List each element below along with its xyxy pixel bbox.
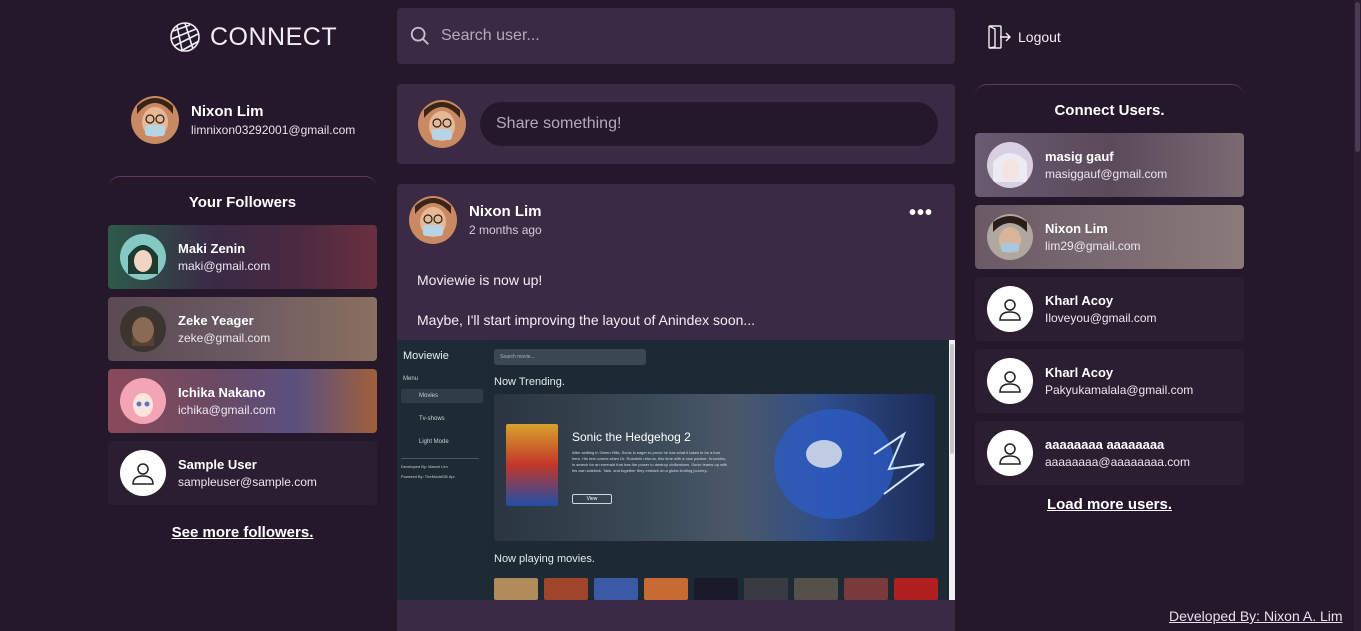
user-card[interactable]: Kharl Acoy Iloveyou@gmail.com: [975, 277, 1244, 341]
post-line: Moviewie is now up!: [417, 272, 543, 288]
follower-card[interactable]: Sample User sampleuser@sample.com: [108, 441, 377, 505]
share-avatar[interactable]: [418, 100, 466, 148]
follower-name: Ichika Nakano: [178, 385, 266, 400]
follower-card[interactable]: Zeke Yeager zeke@gmail.com: [108, 297, 377, 361]
image-footer-line: Powered By: TheMovieDB Api: [401, 474, 455, 479]
current-user[interactable]: Nixon Lim limnixon03292001@gmail.com: [131, 96, 355, 144]
follower-avatar: [120, 378, 166, 424]
user-name: aaaaaaaa aaaaaaaa: [1045, 437, 1165, 452]
user-card[interactable]: aaaaaaaa aaaaaaaa aaaaaaaa@aaaaaaaa.com: [975, 421, 1244, 485]
image-poster: [506, 424, 558, 506]
image-menu-item: Movies: [401, 389, 483, 403]
image-thumb: [794, 578, 838, 600]
user-icon: [120, 450, 166, 496]
user-avatar: [987, 214, 1033, 260]
follower-name: Maki Zenin: [178, 241, 246, 256]
post-line: Maybe, I'll start improving the layout o…: [417, 312, 756, 328]
user-icon: [987, 358, 1033, 404]
user-email: lim29@gmail.com: [1045, 239, 1141, 253]
scrollbar-thumb[interactable]: [1355, 2, 1360, 152]
connect-users-title: Connect Users.: [1054, 102, 1165, 119]
image-thumb: [694, 578, 738, 600]
image-sidebar: Moviewie Menu Movies Tv-shows Light Mode…: [397, 340, 487, 600]
user-name: Kharl Acoy: [1045, 293, 1114, 308]
image-thumb: [594, 578, 638, 600]
page-scrollbar[interactable]: [1354, 0, 1361, 631]
user-email: masiggauf@gmail.com: [1045, 167, 1168, 181]
current-user-name: Nixon Lim: [191, 103, 264, 120]
user-email: aaaaaaaa@aaaaaaaa.com: [1045, 455, 1190, 469]
followers-title: Your Followers: [188, 194, 297, 211]
search-input[interactable]: [441, 27, 921, 45]
image-menu-item: Light Mode: [419, 439, 449, 445]
image-thumb: [844, 578, 888, 600]
search-icon: [410, 26, 429, 45]
user-email: Iloveyou@gmail.com: [1045, 311, 1157, 325]
image-movie-desc: After settling in Green Hills, Sonic is …: [572, 450, 728, 473]
follower-card[interactable]: Ichika Nakano ichika@gmail.com: [108, 369, 377, 433]
follower-email: sampleuser@sample.com: [178, 475, 317, 489]
image-footer-line: Developed By: Marcel Lim: [401, 464, 448, 469]
post-body: Moviewie is now up! Maybe, I'll start im…: [417, 270, 755, 350]
logout-button[interactable]: Logout: [986, 24, 1061, 50]
post-timestamp: 2 months ago: [469, 223, 542, 237]
search-bar[interactable]: [397, 8, 955, 64]
image-thumb: [494, 578, 538, 600]
app-title: CONNECT: [210, 22, 338, 51]
logout-icon: [988, 25, 1011, 49]
see-more-followers-link[interactable]: See more followers.: [108, 524, 377, 541]
follower-name: Zeke Yeager: [178, 313, 254, 328]
image-thumb: [644, 578, 688, 600]
follower-avatar: [120, 306, 166, 352]
follower-email: zeke@gmail.com: [178, 331, 271, 345]
current-user-email: limnixon03292001@gmail.com: [191, 123, 356, 137]
user-icon: [987, 286, 1033, 332]
image-menu-item: Tv-shows: [419, 416, 445, 422]
image-thumb: [544, 578, 588, 600]
image-trending-label: Now Trending.: [494, 376, 565, 388]
image-movie-title: Sonic the Hedgehog 2: [572, 430, 691, 444]
globe-icon: [170, 22, 200, 52]
image-thumb: [744, 578, 788, 600]
image-thumb: [894, 578, 938, 600]
user-name: Kharl Acoy: [1045, 365, 1114, 380]
logout-label: Logout: [1018, 29, 1061, 45]
current-user-avatar[interactable]: [131, 96, 179, 144]
follower-email: maki@gmail.com: [178, 259, 271, 273]
image-scrollbar[interactable]: [949, 340, 955, 600]
post-options-icon[interactable]: •••: [909, 202, 933, 225]
follower-avatar: [120, 234, 166, 280]
image-app-name: Moviewie: [403, 350, 449, 362]
followers-panel: Your Followers Maki Zenin maki@gmail.com…: [108, 176, 377, 507]
follower-email: ichika@gmail.com: [178, 403, 276, 417]
user-card[interactable]: Kharl Acoy Pakyukamalala@gmail.com: [975, 349, 1244, 413]
image-search: Search movie...: [494, 349, 646, 365]
image-hero: Sonic the Hedgehog 2 After settling in G…: [494, 394, 935, 541]
image-view-button: View: [572, 494, 612, 504]
image-menu-heading: Menu: [403, 376, 419, 382]
connect-users-panel: Connect Users. masig gauf masiggauf@gmai…: [975, 84, 1244, 490]
post-card: Nixon Lim 2 months ago ••• Moviewie is n…: [397, 184, 955, 631]
post-image[interactable]: Moviewie Menu Movies Tv-shows Light Mode…: [397, 340, 955, 600]
image-hero-art: [774, 409, 925, 519]
user-card[interactable]: masig gauf masiggauf@gmail.com: [975, 133, 1244, 197]
share-input[interactable]: Share something!: [480, 102, 938, 146]
post-author-name[interactable]: Nixon Lim: [469, 203, 542, 220]
user-card[interactable]: Nixon Lim lim29@gmail.com: [975, 205, 1244, 269]
developer-credits-link[interactable]: Developed By: Nixon A. Lim: [1169, 608, 1343, 624]
user-name: masig gauf: [1045, 149, 1114, 164]
post-header: Nixon Lim 2 months ago: [409, 196, 542, 244]
app-logo[interactable]: CONNECT: [168, 20, 337, 54]
user-icon: [987, 430, 1033, 476]
follower-name: Sample User: [178, 457, 257, 472]
share-box: Share something!: [397, 84, 955, 164]
image-now-playing-label: Now playing movies.: [494, 553, 595, 565]
post-author-avatar[interactable]: [409, 196, 457, 244]
load-more-users-link[interactable]: Load more users.: [975, 496, 1244, 513]
user-email: Pakyukamalala@gmail.com: [1045, 383, 1194, 397]
user-name: Nixon Lim: [1045, 221, 1108, 236]
follower-card[interactable]: Maki Zenin maki@gmail.com: [108, 225, 377, 289]
user-avatar: [987, 142, 1033, 188]
